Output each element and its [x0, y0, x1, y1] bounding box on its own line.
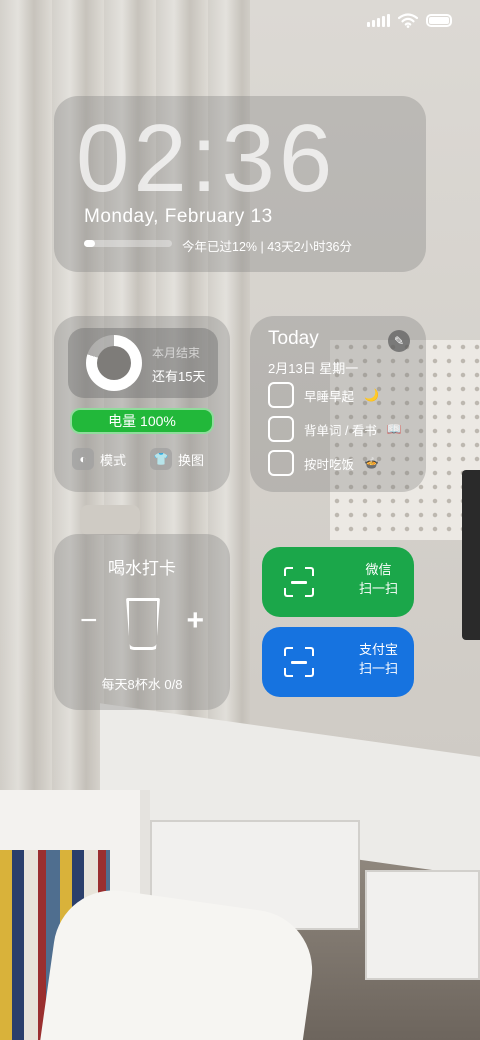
water-widget[interactable]: 喝水打卡 − + 每天8杯水 0/8 — [54, 534, 230, 710]
month-progress-box: 本月结束 还有15天 — [68, 328, 218, 398]
power-level-bar: 电量 100% — [70, 408, 214, 434]
battery-widget[interactable]: 本月结束 还有15天 电量 100% ◐ 模式 👕 换图 — [54, 316, 230, 492]
tshirt-icon: 👕 — [150, 448, 172, 470]
month-remaining: 还有15天 — [152, 369, 206, 384]
todo-item-label: 背单词 / 看书 — [304, 423, 377, 438]
water-title: 喝水打卡 — [108, 559, 176, 578]
monitor — [462, 470, 480, 640]
power-level-label: 电量 100% — [108, 413, 176, 429]
edit-icon[interactable]: ✎ — [388, 330, 410, 352]
mode-button[interactable]: ◐ 模式 — [72, 448, 126, 470]
todo-checkbox[interactable] — [268, 382, 294, 408]
moon-icon: 🌙 — [364, 388, 379, 402]
food-bowl-icon: 🍲 — [364, 456, 379, 470]
curtain-tie — [80, 505, 140, 535]
todo-item[interactable]: 按时吃饭 🍲 — [268, 450, 379, 476]
month-title: 本月结束 — [152, 346, 201, 360]
clock-widget[interactable]: 02:36 Monday, February 13 今年已过12% | 43天2… — [54, 96, 426, 272]
wechat-scan-button[interactable]: 微信 扫一扫 — [262, 547, 414, 617]
water-count: 每天8杯水 0/8 — [101, 677, 183, 692]
year-progress-bar — [84, 240, 172, 247]
todo-item[interactable]: 早睡早起 🌙 — [268, 382, 379, 408]
wechat-name: 微信 — [365, 562, 392, 577]
todo-title: Today — [268, 328, 319, 349]
change-wallpaper-button[interactable]: 👕 换图 — [150, 448, 204, 470]
clock-date: Monday, February 13 — [84, 206, 273, 227]
todo-item[interactable]: 背单词 / 看书 📖 — [268, 416, 402, 442]
status-bar — [367, 10, 452, 30]
wechat-label-group: 微信 扫一扫 — [359, 561, 398, 599]
water-minus-button[interactable]: − — [80, 606, 98, 636]
todo-item-label: 早睡早起 — [304, 389, 355, 404]
month-progress-ring — [86, 335, 142, 391]
todo-checkbox[interactable] — [268, 416, 294, 442]
signal-icon — [367, 13, 390, 27]
scan-icon — [284, 567, 314, 597]
year-progress-fill — [84, 240, 95, 247]
water-plus-button[interactable]: + — [186, 606, 204, 636]
battery-icon — [426, 13, 452, 27]
alipay-scan-button[interactable]: 支付宝 扫一扫 — [262, 627, 414, 697]
cup-icon — [126, 598, 160, 650]
mode-icon: ◐ — [72, 448, 94, 470]
alipay-action: 扫一扫 — [358, 660, 398, 676]
clock-time: 02:36 — [76, 105, 337, 212]
book-icon: 📖 — [386, 422, 402, 436]
alipay-label-group: 支付宝 扫一扫 — [359, 641, 398, 679]
todo-date: 2月13日 星期一 — [268, 361, 359, 376]
desk-drawer — [365, 870, 480, 980]
scan-icon — [284, 647, 314, 677]
alipay-name: 支付宝 — [358, 642, 398, 657]
change-wallpaper-label: 换图 — [178, 452, 205, 468]
wifi-icon — [398, 12, 418, 28]
year-progress-text: 今年已过12% | 43天2小时36分 — [182, 240, 352, 254]
todo-widget[interactable]: Today ✎ 2月13日 星期一 早睡早起 🌙 背单词 / 看书 📖 按时吃饭… — [250, 316, 426, 492]
todo-item-label: 按时吃饭 — [304, 457, 355, 472]
wechat-action: 扫一扫 — [358, 580, 398, 596]
todo-checkbox[interactable] — [268, 450, 294, 476]
mode-label: 模式 — [100, 452, 127, 468]
